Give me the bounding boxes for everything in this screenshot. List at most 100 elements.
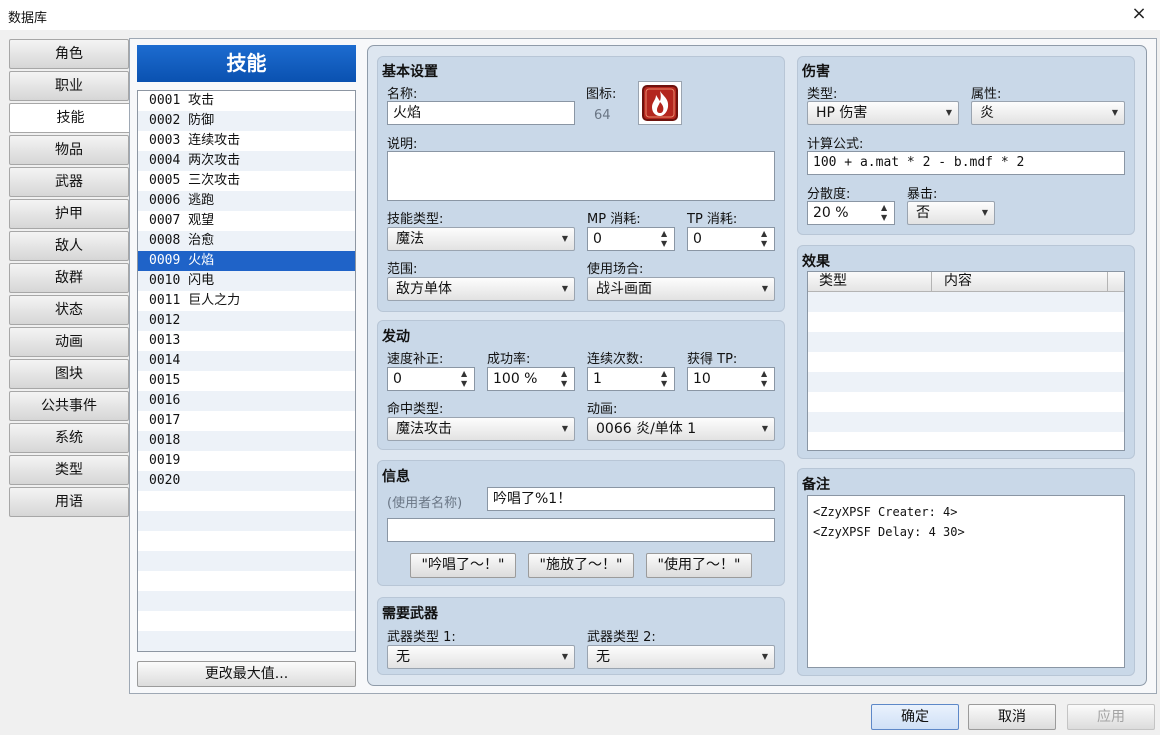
effects-title: 效果 (802, 254, 830, 270)
message-line2-field[interactable] (387, 518, 775, 542)
tp-gain-spinner[interactable]: 10 ▲ ▼ (687, 367, 775, 391)
close-icon[interactable]: × (1126, 2, 1152, 26)
list-item[interactable]: 0012 (138, 311, 355, 331)
list-item-selected[interactable]: 0009 火焰 (138, 251, 355, 271)
list-item[interactable]: 0003 连续攻击 (138, 131, 355, 151)
list-item[interactable]: 0005 三次攻击 (138, 171, 355, 191)
success-spinner[interactable]: 100 % ▲ ▼ (487, 367, 575, 391)
element-select[interactable]: 炎 ▼ (971, 101, 1125, 125)
tab-terms[interactable]: 用语 (9, 487, 129, 517)
spinner-arrows-icon[interactable]: ▲ ▼ (761, 229, 771, 249)
list-item[interactable]: 0011 巨人之力 (138, 291, 355, 311)
list-item[interactable]: 0017 (138, 411, 355, 431)
tab-system[interactable]: 系统 (9, 423, 129, 453)
list-item-empty[interactable] (138, 551, 355, 571)
list-item-empty[interactable] (138, 631, 355, 651)
mp-cost-spinner[interactable]: 0 ▲ ▼ (587, 227, 675, 251)
spinner-arrows-icon[interactable]: ▲ ▼ (461, 369, 471, 389)
skill-type-select[interactable]: 魔法 ▼ (387, 227, 575, 251)
scope-select[interactable]: 敌方单体 ▼ (387, 277, 575, 301)
list-item[interactable]: 0001 攻击 (138, 91, 355, 111)
preset-chant-button[interactable]: "吟唱了～！" (410, 553, 516, 578)
list-item[interactable]: 0010 闪电 (138, 271, 355, 291)
skill-type-label: 技能类型: (387, 212, 444, 227)
tab-common-events[interactable]: 公共事件 (9, 391, 129, 421)
list-item[interactable]: 0006 逃跑 (138, 191, 355, 211)
preset-use-button[interactable]: "使用了～！" (646, 553, 752, 578)
ok-button[interactable]: 确定 (871, 704, 959, 730)
tp-cost-label: TP 消耗: (687, 212, 738, 227)
tab-armors[interactable]: 护甲 (9, 199, 129, 229)
tab-items[interactable]: 物品 (9, 135, 129, 165)
notes-line: <ZzyXPSF Delay: 4 30> (813, 525, 965, 539)
list-item[interactable]: 0018 (138, 431, 355, 451)
effects-col-type[interactable]: 类型 (808, 272, 932, 291)
notes-line: <ZzyXPSF Creater: 4> (813, 505, 958, 519)
tab-troops[interactable]: 敌群 (9, 263, 129, 293)
tab-types[interactable]: 类型 (9, 455, 129, 485)
list-item[interactable]: 0014 (138, 351, 355, 371)
weapon-type1-select[interactable]: 无 ▼ (387, 645, 575, 669)
effects-table-header: 类型 内容 (808, 272, 1124, 292)
preset-cast-button[interactable]: "施放了～！" (528, 553, 634, 578)
icon-picker[interactable] (638, 81, 682, 125)
tab-skills[interactable]: 技能 (9, 103, 131, 133)
hit-type-select[interactable]: 魔法攻击 ▼ (387, 417, 575, 441)
notes-textarea[interactable]: <ZzyXPSF Creater: 4> <ZzyXPSF Delay: 4 3… (807, 495, 1125, 668)
tab-animations[interactable]: 动画 (9, 327, 129, 357)
tab-actors[interactable]: 角色 (9, 39, 129, 69)
spinner-arrows-icon[interactable]: ▲ ▼ (881, 203, 891, 223)
list-item-empty[interactable] (138, 591, 355, 611)
repeat-spinner[interactable]: 1 ▲ ▼ (587, 367, 675, 391)
change-max-button[interactable]: 更改最大值... (137, 661, 356, 687)
tab-states[interactable]: 状态 (9, 295, 129, 325)
list-item[interactable]: 0016 (138, 391, 355, 411)
formula-field[interactable]: 100 + a.mat * 2 - b.mdf * 2 (807, 151, 1125, 175)
list-item[interactable]: 0015 (138, 371, 355, 391)
list-item-empty[interactable] (138, 511, 355, 531)
spinner-arrows-icon[interactable]: ▲ ▼ (661, 229, 671, 249)
weapon-type2-select[interactable]: 无 ▼ (587, 645, 775, 669)
speed-spinner[interactable]: 0 ▲ ▼ (387, 367, 475, 391)
description-field[interactable] (387, 151, 775, 201)
list-item[interactable]: 0020 (138, 471, 355, 491)
list-item-empty[interactable] (138, 611, 355, 631)
dropdown-arrow-icon: ▼ (761, 424, 768, 433)
spinner-arrows-icon[interactable]: ▲ ▼ (661, 369, 671, 389)
tab-weapons[interactable]: 武器 (9, 167, 129, 197)
tab-enemies[interactable]: 敌人 (9, 231, 129, 261)
tp-gain-label: 获得 TP: (687, 352, 738, 367)
list-item[interactable]: 0013 (138, 331, 355, 351)
list-item-empty[interactable] (138, 531, 355, 551)
list-item[interactable]: 0007 观望 (138, 211, 355, 231)
list-item-empty[interactable] (138, 491, 355, 511)
spinner-arrows-icon[interactable]: ▲ ▼ (561, 369, 571, 389)
effects-table[interactable]: 类型 内容 (807, 271, 1125, 451)
cancel-button[interactable]: 取消 (968, 704, 1056, 730)
tab-tilesets[interactable]: 图块 (9, 359, 129, 389)
weapon-type1-label: 武器类型 1: (387, 630, 456, 645)
tp-cost-value: 0 (693, 231, 702, 247)
damage-type-select[interactable]: HP 伤害 ▼ (807, 101, 959, 125)
user-name-hint: (使用者名称) (387, 496, 463, 511)
apply-button[interactable]: 应用 (1067, 704, 1155, 730)
tp-cost-spinner[interactable]: 0 ▲ ▼ (687, 227, 775, 251)
spinner-arrows-icon[interactable]: ▲ ▼ (761, 369, 771, 389)
occasion-select[interactable]: 战斗画面 ▼ (587, 277, 775, 301)
weapon-type2-label: 武器类型 2: (587, 630, 656, 645)
name-field[interactable]: 火焰 (387, 101, 575, 125)
critical-select[interactable]: 否 ▼ (907, 201, 995, 225)
icon-label: 图标: (586, 87, 617, 102)
list-item-empty[interactable] (138, 571, 355, 591)
message-line1-field[interactable]: 吟唱了%1！ (487, 487, 775, 511)
animation-select[interactable]: 0066 炎/单体 1 ▼ (587, 417, 775, 441)
list-item[interactable]: 0002 防御 (138, 111, 355, 131)
skill-list[interactable]: 0001 攻击 0002 防御 0003 连续攻击 0004 两次攻击 0005… (137, 90, 356, 652)
list-item[interactable]: 0004 两次攻击 (138, 151, 355, 171)
variance-spinner[interactable]: 20 % ▲ ▼ (807, 201, 895, 225)
scope-label: 范围: (387, 262, 418, 277)
effects-col-content[interactable]: 内容 (932, 272, 1108, 291)
list-item[interactable]: 0008 治愈 (138, 231, 355, 251)
tab-classes[interactable]: 职业 (9, 71, 129, 101)
list-item[interactable]: 0019 (138, 451, 355, 471)
